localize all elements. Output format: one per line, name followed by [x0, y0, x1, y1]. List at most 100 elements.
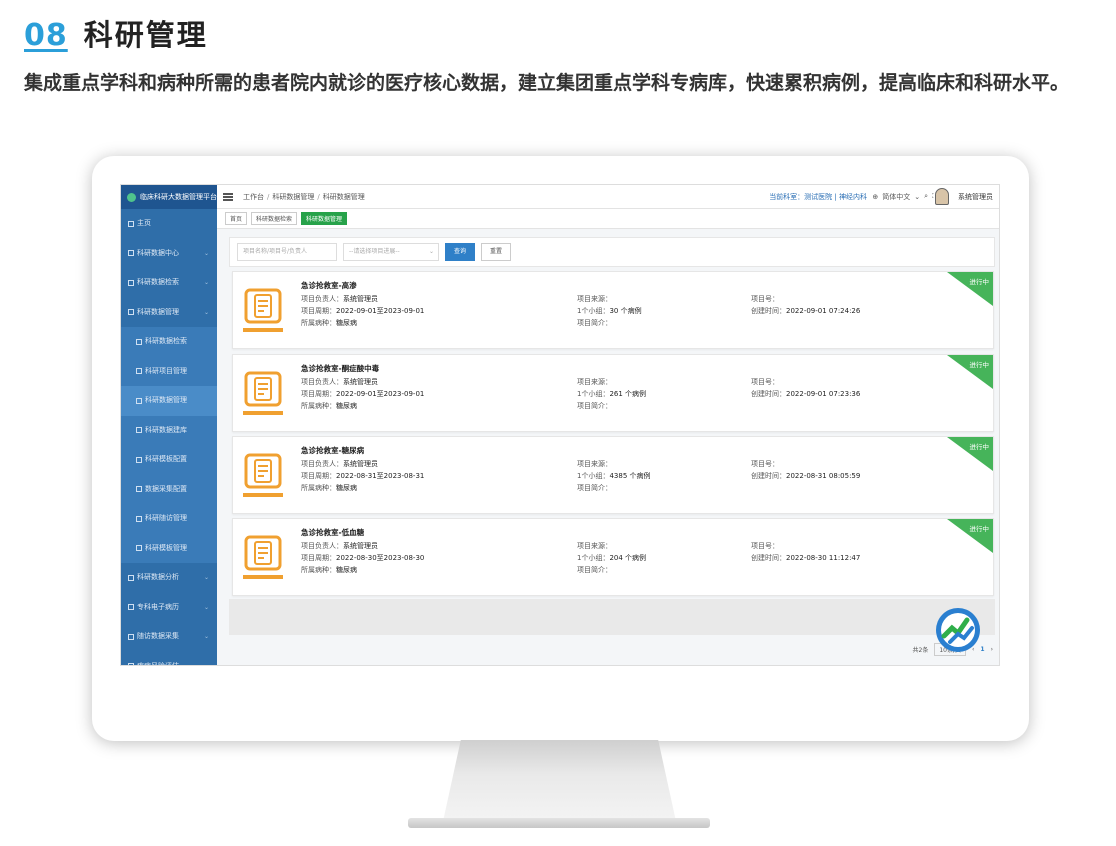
sidebar-item[interactable]: 科研模板管理 [121, 533, 217, 563]
code-label: 项目号： [751, 542, 779, 550]
next-page-icon[interactable]: › [991, 646, 993, 653]
sidebar-item-label: 科研数据检索 [145, 337, 187, 345]
project-source: 项目来源： [577, 294, 612, 304]
sidebar-item[interactable]: 随访数据采集 ⌄ [121, 622, 217, 652]
sidebar-item[interactable]: 疾病风险评估 ⌄ [121, 652, 217, 666]
search-icon[interactable]: ⌕ [924, 192, 928, 201]
sidebar-item-label: 科研模板配置 [145, 455, 187, 463]
search-bar: 项目名称/项目号/负责人 --请选择项目进展-- ⌄ 查询 重置 [229, 237, 995, 267]
globe-icon[interactable]: ⊕ [872, 193, 878, 201]
chevron-down-icon: ⌄ [203, 662, 209, 666]
tab-data-manage[interactable]: 科研数据管理 [301, 212, 348, 225]
sidebar-item[interactable]: 科研数据管理 [121, 386, 217, 416]
project-group: 1个小组：30 个病例 [577, 306, 642, 316]
breadcrumb-item[interactable]: 工作台 [243, 193, 264, 201]
sidebar-item-label: 科研项目管理 [145, 366, 187, 375]
source-label: 项目来源： [577, 460, 612, 468]
project-name[interactable]: 急诊抢救室-酮症酸中毒 [301, 363, 379, 374]
menu-item-icon [136, 486, 142, 493]
menu-item-icon [128, 250, 134, 257]
page: 08 科研管理 集成重点学科和病种所需的患者院内就诊的医疗核心数据，建立集团重点… [0, 0, 1116, 846]
period-value: 2022-08-31至2023-08-31 [336, 472, 425, 480]
project-name[interactable]: 急诊抢救室-低血糖 [301, 527, 364, 538]
project-owner: 项目负责人：系统管理员 [301, 294, 378, 304]
search-input[interactable]: 项目名称/项目号/负责人 [237, 243, 337, 261]
sidebar-item[interactable]: 科研数据分析 ⌄ [121, 563, 217, 593]
project-group: 1个小组：204 个病例 [577, 553, 646, 563]
avatar[interactable] [935, 188, 949, 205]
status-badge: 进行中 [969, 525, 990, 533]
menu-toggle-icon[interactable] [223, 192, 233, 201]
monitor-base [408, 818, 710, 828]
group-label: 1个小组： [577, 554, 610, 562]
sidebar-item[interactable]: 科研随访管理 [121, 504, 217, 534]
sidebar-item-label: 专科电子病历 [137, 602, 179, 611]
tab-home[interactable]: 首页 [225, 212, 248, 225]
menu-item-icon [128, 309, 134, 316]
disease-label: 所属病种： [301, 484, 336, 492]
sidebar-item[interactable]: 科研数据建库 [121, 415, 217, 445]
project-source: 项目来源： [577, 541, 612, 551]
monitor-stand [442, 740, 677, 826]
sidebar-item[interactable]: 科研数据检索 [121, 327, 217, 357]
sidebar-item[interactable]: 科研数据检索 ⌄ [121, 268, 217, 298]
breadcrumb-item[interactable]: 科研数据管理 [272, 193, 314, 201]
brand-title: 临床科研大数据管理平台 [140, 193, 217, 201]
project-created: 创建时间：2022-08-30 11:12:47 [751, 553, 860, 563]
project-disease: 所属病种：糖尿病 [301, 401, 357, 411]
project-card[interactable]: 急诊抢救室-低血糖 项目负责人：系统管理员 项目周期：2022-08-30至2023… [232, 518, 994, 596]
project-source: 项目来源： [577, 459, 612, 469]
status-select[interactable]: --请选择项目进展-- ⌄ [343, 243, 439, 261]
sidebar-item-label: 科研数据建库 [145, 425, 187, 434]
sidebar-item-label: 科研数据管理 [145, 396, 187, 404]
username[interactable]: 系统管理员 [958, 192, 993, 202]
tab-data-search[interactable]: 科研数据检索 [251, 212, 298, 225]
sidebar-item[interactable]: 专科电子病历 ⌄ [121, 593, 217, 623]
topbar: 工作台 / 科研数据管理 / 科研数据管理 当前科室：测试医院 | 神经内科 ⊕ 简体中… [217, 185, 999, 209]
chevron-down-icon: ⌄ [914, 192, 921, 201]
current-dept[interactable]: 当前科室：测试医院 | 神经内科 [769, 192, 867, 202]
topbar-tools: ⊕ 简体中文 ⌄ ⌕ ⛶ [872, 192, 937, 202]
project-intro: 项目简介： [577, 318, 612, 328]
project-card[interactable]: 急诊抢救室-酮症酸中毒 项目负责人：系统管理员 项目周期：2022-09-01至20… [232, 354, 994, 432]
group-value: 30 个病例 [609, 307, 642, 315]
sidebar-item[interactable]: 科研项目管理 [121, 356, 217, 386]
query-button[interactable]: 查询 [445, 243, 475, 261]
menu-item-icon [136, 427, 142, 434]
project-name[interactable]: 急诊抢救室-糖尿病 [301, 445, 364, 456]
chevron-down-icon: ⌄ [203, 574, 209, 581]
project-card[interactable]: 急诊抢救室-高渗项目负责人：系统管理员项目周期：2022-09-01至2023-… [232, 271, 994, 349]
sidebar-item[interactable]: 科研数据中心 ⌄ [121, 239, 217, 269]
menu-item-icon [128, 220, 134, 227]
sidebar-item[interactable]: 主页 [121, 209, 217, 239]
sidebar-item-label: 科研数据中心 [137, 248, 179, 257]
owner-value: 系统管理员 [343, 378, 378, 386]
sidebar-item[interactable]: 科研数据管理 ⌄ [121, 298, 217, 328]
sidebar-item[interactable]: 科研模板配置 [121, 445, 217, 475]
disease-value: 糖尿病 [336, 484, 357, 492]
intro-label: 项目简介： [577, 566, 612, 574]
breadcrumb: 工作台 / 科研数据管理 / 科研数据管理 [243, 192, 365, 201]
group-value: 204 个病例 [609, 554, 647, 562]
project-intro: 项目简介： [577, 401, 612, 411]
status-badge: 进行中 [969, 278, 990, 286]
reset-button[interactable]: 重置 [481, 243, 511, 261]
project-name[interactable]: 急诊抢救室-高渗 [301, 280, 357, 291]
project-period: 项目周期：2022-09-01至2023-09-01 [301, 389, 424, 399]
project-period: 项目周期：2022-09-01至2023-09-01 [301, 306, 424, 316]
sidebar-item[interactable]: 数据采集配置 [121, 474, 217, 504]
sidebar-item-label: 科研模板管理 [145, 543, 187, 552]
disease-label: 所属病种： [301, 402, 336, 410]
project-created: 创建时间：2022-08-31 08:05:59 [751, 471, 860, 481]
group-value: 4385 个病例 [609, 472, 651, 480]
project-disease: 所属病种：糖尿病 [301, 318, 357, 328]
created-label: 创建时间： [751, 554, 786, 562]
intro-label: 项目简介： [577, 484, 612, 492]
language-select[interactable]: 简体中文 [882, 192, 910, 202]
brand[interactable]: 临床科研大数据管理平台 [121, 185, 217, 209]
period-value: 2022-09-01至2023-09-01 [336, 307, 425, 315]
breadcrumb-item: 科研数据管理 [322, 192, 365, 201]
logo-icon [127, 192, 136, 202]
code-label: 项目号： [751, 295, 779, 303]
project-card[interactable]: 急诊抢救室-糖尿病 项目负责人：系统管理员 项目周期：2022-08-31至2023… [232, 436, 994, 514]
